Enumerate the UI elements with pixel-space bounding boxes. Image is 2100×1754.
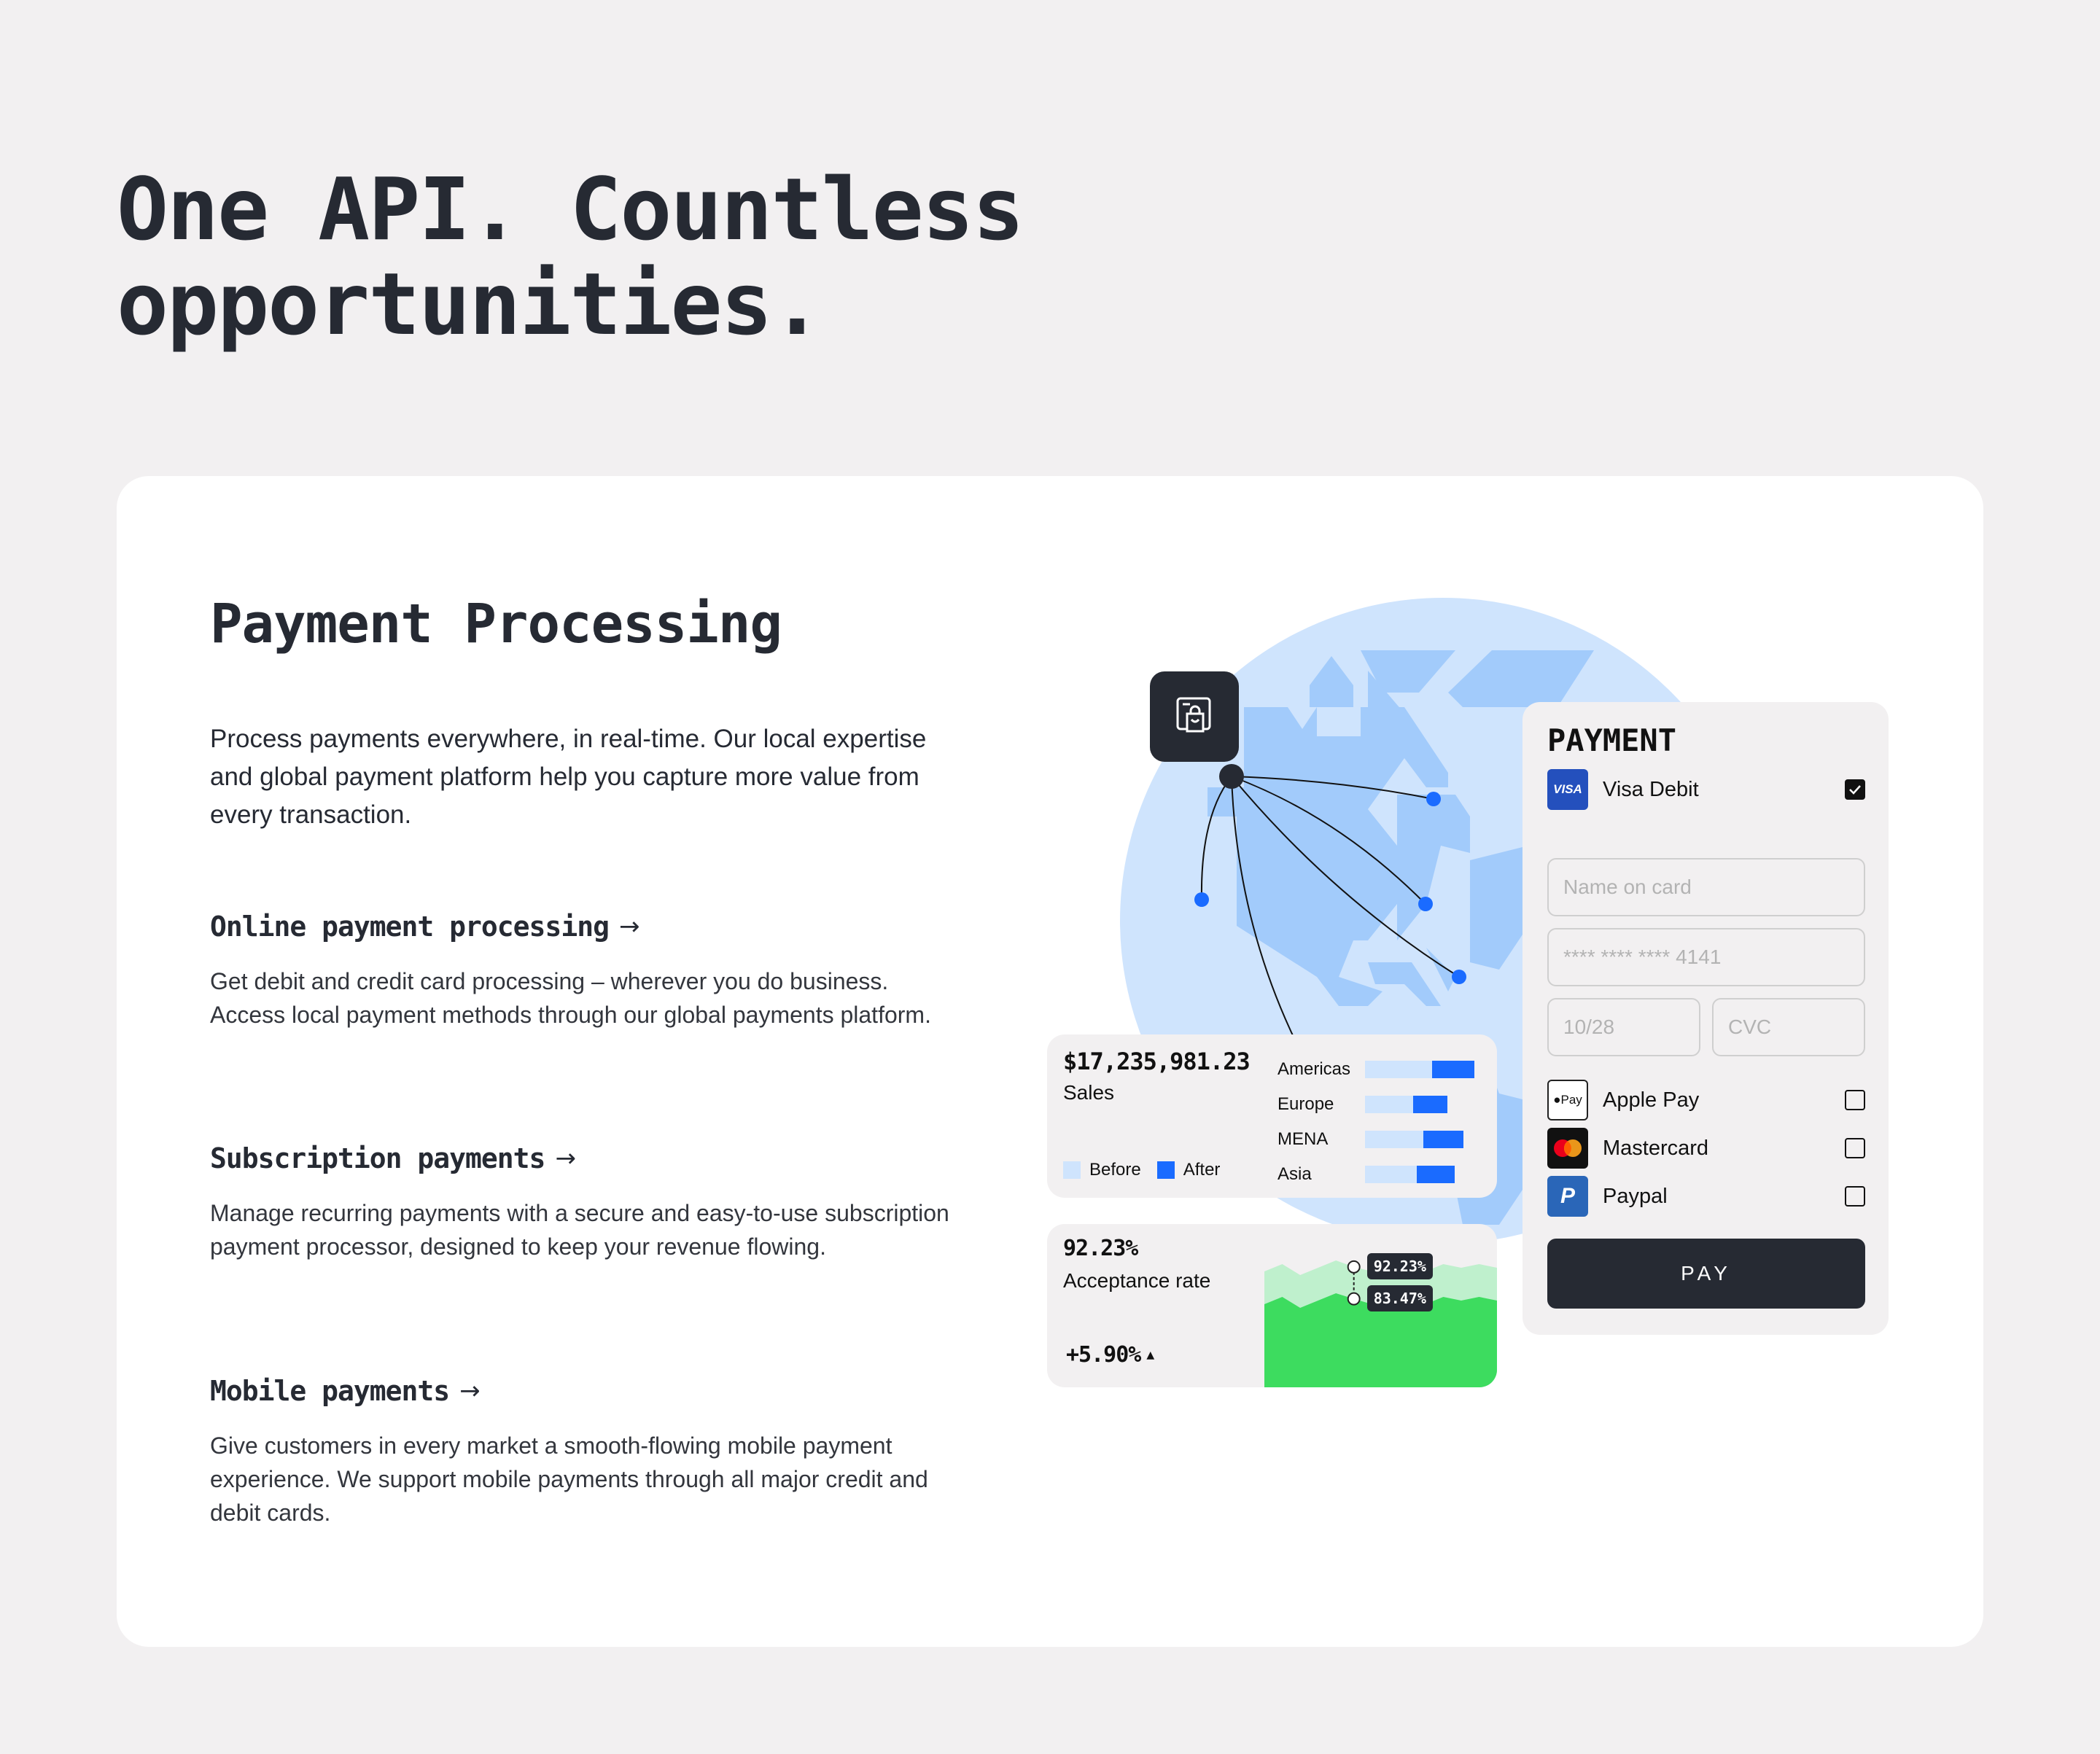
arrow-right-icon: → [459,1376,480,1406]
paypal-checkbox[interactable] [1845,1186,1865,1207]
method-name: Apple Pay [1603,1088,1700,1112]
method-paypal[interactable]: P Paypal [1547,1176,1865,1217]
feature-title: Online payment processing [210,911,610,943]
region-row: Asia [1278,1157,1482,1192]
section-title: Payment Processing [210,593,782,655]
connection-line [1231,776,1426,905]
apple-pay-icon: ●Pay [1547,1080,1588,1120]
region-label: Asia [1278,1164,1312,1184]
payment-processing-card: Payment Processing Process payments ever… [117,476,1983,1647]
store-hub-tile [1150,671,1239,762]
legend-after: After [1156,1160,1221,1180]
section-intro: Process payments everywhere, in real-tim… [210,725,927,829]
pay-button[interactable]: PAY [1547,1239,1865,1309]
headline-line-1: One API. Countless [117,159,1024,260]
destination-node [1418,897,1433,911]
mastercard-icon [1547,1128,1588,1169]
bar-before [1365,1166,1417,1183]
bar-before [1365,1061,1432,1078]
marker-lower [1347,1292,1361,1306]
check-icon [1849,785,1861,795]
headline-line-2: opportunities. [117,254,823,354]
bar-after [1431,1061,1474,1078]
acceptance-rate-card: 92.23% Acceptance rate +5.90% ▲ 92.23% 83… [1047,1224,1497,1387]
bar-before [1365,1131,1423,1148]
legend-swatch-after [1156,1161,1175,1179]
region-bar [1365,1166,1474,1183]
visa-checkbox[interactable] [1845,779,1865,800]
region-bar [1365,1096,1474,1113]
acceptance-label: Acceptance rate [1063,1269,1211,1292]
method-name: Mastercard [1603,1136,1709,1160]
sales-legend: Before After [1063,1160,1236,1180]
delta-value: +5.90% [1066,1342,1141,1368]
region-row: Europe [1278,1087,1482,1122]
marker-upper [1347,1260,1361,1274]
legend-swatch-before [1063,1161,1081,1179]
hub-node [1219,764,1244,789]
triangle-up-icon: ▲ [1146,1347,1154,1363]
payment-title: PAYMENT [1547,722,1677,758]
method-apple-pay[interactable]: ●Pay Apple Pay [1547,1080,1865,1120]
feature-title: Mobile payments [210,1375,450,1407]
apple-pay-checkbox[interactable] [1845,1090,1865,1110]
feature-mobile-payments: Mobile payments → Give customers in ever… [210,1375,954,1529]
connection-line [1231,776,1303,1056]
store-shopping-bag-icon [1176,697,1211,733]
connection-line [1231,776,1434,800]
feature-subscription-payments: Subscription payments → Manage recurring… [210,1142,954,1263]
connection-line [1231,776,1460,978]
feature-online-payment: Online payment processing → Get debit an… [210,911,954,1032]
region-row: MENA [1278,1122,1482,1157]
acceptance-value: 92.23% [1063,1236,1138,1261]
expiry-field[interactable] [1547,998,1700,1056]
name-on-card-field[interactable] [1547,858,1865,916]
region-row: Americas [1278,1052,1482,1087]
visa-icon: VISA [1547,769,1588,810]
arrow-right-icon: → [618,912,639,941]
method-visa-debit[interactable]: VISA Visa Debit [1547,769,1865,810]
feature-link-mobile-payments[interactable]: Mobile payments → [210,1375,954,1407]
payment-panel: PAYMENT VISA Visa Debit ●Pay Apple Pay [1522,702,1889,1335]
sales-amount: $17,235,981.23 [1063,1048,1251,1075]
region-label: Americas [1278,1059,1351,1079]
bar-before [1365,1096,1413,1113]
method-mastercard[interactable]: Mastercard [1547,1128,1865,1169]
region-label: MENA [1278,1129,1329,1149]
connection-line [1200,776,1232,900]
method-name: Visa Debit [1603,777,1699,801]
legend-label: After [1183,1160,1221,1180]
arrow-right-icon: → [555,1144,575,1173]
legend-before: Before [1063,1160,1141,1180]
tooltip-lower: 83.47% [1366,1285,1433,1311]
bar-after [1423,1131,1463,1148]
page-headline: One API. Countless opportunities. [117,159,1024,354]
card-number-field[interactable] [1547,928,1865,986]
feature-description: Give customers in every market a smooth-… [210,1433,928,1526]
feature-description: Manage recurring payments with a secure … [210,1200,949,1260]
sales-card: $17,235,981.23 Sales Before After Americ… [1047,1034,1497,1198]
feature-title: Subscription payments [210,1142,545,1174]
acceptance-delta: +5.90% ▲ [1066,1342,1154,1368]
legend-label: Before [1089,1160,1141,1180]
region-label: Europe [1278,1094,1334,1114]
mastercard-checkbox[interactable] [1845,1138,1865,1158]
method-name: Paypal [1603,1184,1668,1208]
paypal-icon: P [1547,1176,1588,1217]
region-bar [1365,1131,1474,1148]
cvc-field[interactable] [1712,998,1865,1056]
tooltip-upper: 92.23% [1366,1252,1433,1279]
sales-label: Sales [1063,1081,1115,1104]
region-bar-chart: Americas Europe MENA Asia [1278,1052,1482,1192]
destination-node [1194,892,1209,907]
destination-node [1426,792,1441,806]
region-bar [1365,1061,1474,1078]
bar-after [1413,1096,1447,1113]
bar-after [1416,1166,1455,1183]
feature-description: Get debit and credit card processing – w… [210,968,931,1028]
feature-link-online-payment[interactable]: Online payment processing → [210,911,954,943]
feature-link-subscription-payments[interactable]: Subscription payments → [210,1142,954,1174]
destination-node [1452,970,1466,984]
